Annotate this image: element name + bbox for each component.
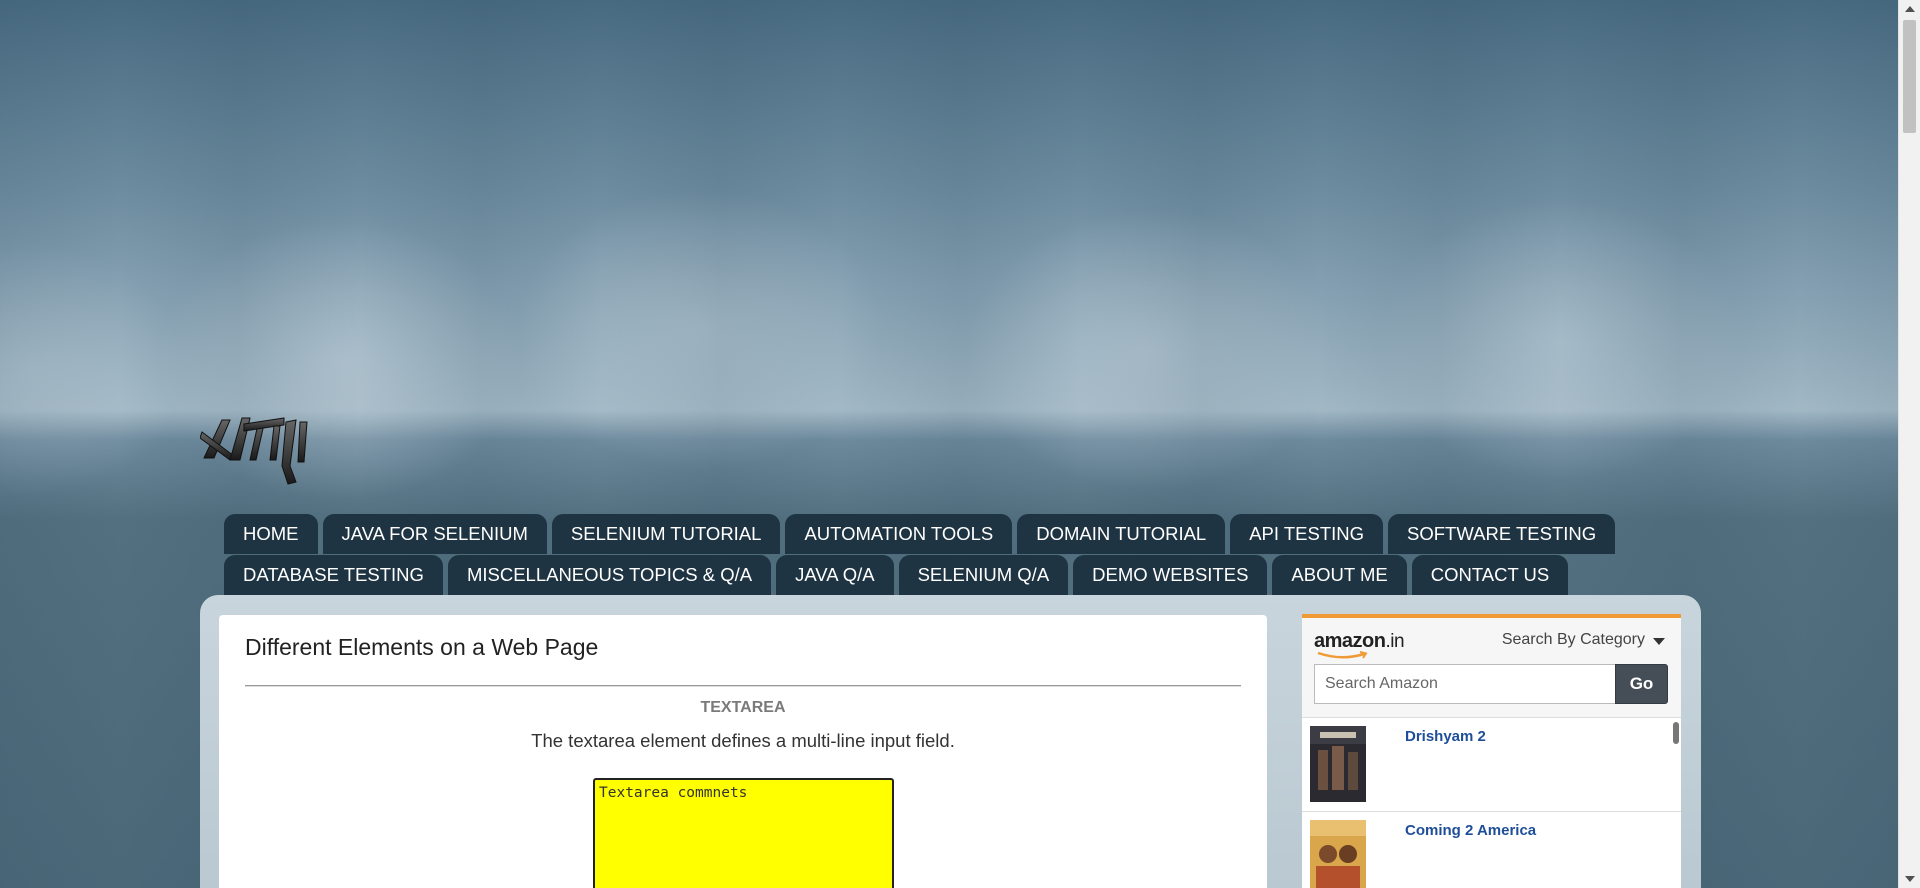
amazon-go-button[interactable]: Go: [1615, 664, 1668, 704]
comments-textarea[interactable]: [593, 778, 894, 888]
amazon-logo-tld: .in: [1385, 631, 1405, 652]
amazon-header: amazon.in Search By Category Go: [1302, 618, 1681, 718]
scroll-down-icon[interactable]: [1905, 876, 1915, 882]
nav-tab-home[interactable]: HOME: [224, 514, 318, 554]
nav-tab-java-qa[interactable]: JAVA Q/A: [776, 555, 894, 595]
scrollbar-thumb[interactable]: [1903, 20, 1916, 133]
post-title: Different Elements on a Web Page: [245, 634, 599, 660]
section-description: The textarea element defines a multi-lin…: [531, 730, 955, 751]
nav-tab-api-testing[interactable]: API TESTING: [1230, 514, 1384, 554]
nav-tab-selenium-qa[interactable]: SELENIUM Q/A: [898, 555, 1069, 595]
nav-tab-java-for-selenium[interactable]: JAVA FOR SELENIUM: [322, 514, 547, 554]
amazon-search-input[interactable]: [1314, 664, 1616, 704]
nav-tab-contact-us[interactable]: CONTACT US: [1411, 555, 1569, 595]
category-label: Search By Category: [1501, 631, 1645, 648]
nav-tab-automation-tools[interactable]: AUTOMATION TOOLS: [785, 514, 1013, 554]
amazon-logo[interactable]: amazon.in: [1314, 630, 1405, 653]
nav-tab-about-me[interactable]: ABOUT ME: [1272, 555, 1407, 595]
nav-tab-demo-websites[interactable]: DEMO WEBSITES: [1073, 555, 1268, 595]
logo-image: [199, 417, 308, 485]
list-item[interactable]: Drishyam 2: [1302, 718, 1681, 812]
site-logo[interactable]: [199, 410, 320, 495]
amazon-product-list[interactable]: Drishyam 2 Coming 2 America: [1302, 718, 1681, 888]
section-heading: TEXTAREA: [700, 699, 786, 716]
nav-tab-domain-tutorial[interactable]: DOMAIN TUTORIAL: [1017, 514, 1226, 554]
amazon-logo-text: amazon: [1314, 630, 1386, 652]
amazon-widget: amazon.in Search By Category Go Drishyam…: [1302, 614, 1681, 888]
category-dropdown[interactable]: Search By Category: [1502, 631, 1665, 649]
product-title-link[interactable]: Drishyam 2: [1405, 728, 1486, 745]
scroll-up-icon[interactable]: [1905, 6, 1915, 12]
list-item[interactable]: Coming 2 America: [1302, 812, 1681, 888]
nav-tab-software-testing[interactable]: SOFTWARE TESTING: [1388, 514, 1616, 554]
list-scrollbar[interactable]: [1673, 722, 1679, 744]
nav-tab-miscellaneous[interactable]: MISCELLANEOUS TOPICS & Q/A: [447, 555, 772, 595]
page-scrollbar[interactable]: [1898, 0, 1920, 888]
product-thumbnail[interactable]: [1310, 820, 1366, 888]
amazon-smile-icon: [1317, 651, 1368, 659]
product-thumbnail[interactable]: [1310, 726, 1366, 802]
nav-tab-selenium-tutorial[interactable]: SELENIUM TUTORIAL: [551, 514, 781, 554]
post-body: Different Elements on a Web Page TEXTARE…: [219, 615, 1267, 888]
product-title-link[interactable]: Coming 2 America: [1405, 822, 1536, 839]
chevron-down-icon: [1653, 638, 1665, 645]
title-divider: [245, 685, 1241, 687]
nav-row-1: HOME JAVA FOR SELENIUM SELENIUM TUTORIAL…: [224, 514, 1616, 554]
nav-tab-database-testing[interactable]: DATABASE TESTING: [224, 555, 443, 595]
nav-row-2: DATABASE TESTING MISCELLANEOUS TOPICS & …: [224, 555, 1569, 595]
